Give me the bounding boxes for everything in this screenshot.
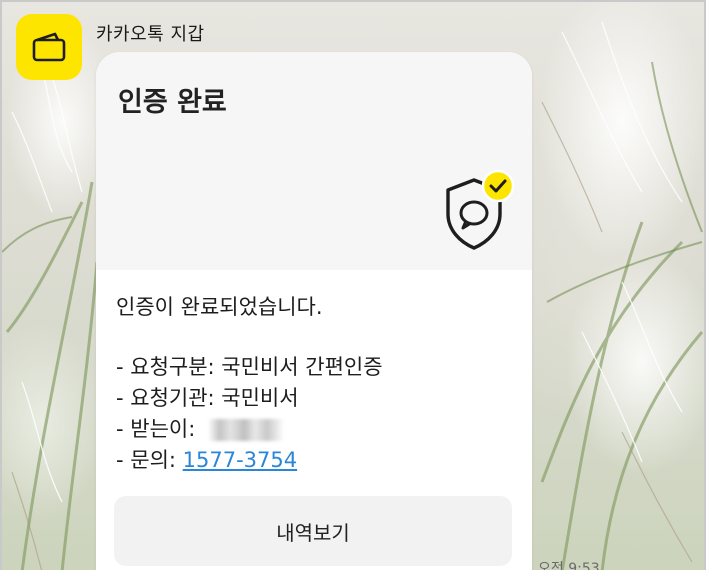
detail-contact: - 문의: 1577-3754 xyxy=(116,445,512,476)
status-message: 인증이 완료되었습니다. xyxy=(116,295,323,319)
detail-label: - 문의: xyxy=(116,448,183,472)
card-header: 인증 완료 xyxy=(96,52,532,270)
detail-request-type: - 요청구분: 국민비서 간편인증 xyxy=(116,352,512,383)
detail-label: - 요청구분: xyxy=(116,355,222,379)
notification-screen: 카카오톡 지갑 인증 완료 인증이 완료되었습니다. - 요청구분: 국민비서 … xyxy=(0,0,706,570)
detail-requester: - 요청기관: 국민비서 xyxy=(116,383,512,414)
card-body: 인증이 완료되었습니다. - 요청구분: 국민비서 간편인증 - 요청기관: 국… xyxy=(96,270,532,476)
detail-value: 국민비서 xyxy=(221,386,299,410)
timestamp: 오전 9:53 xyxy=(538,561,600,570)
detail-label: - 받는이: xyxy=(116,417,202,441)
detail-value: 국민비서 간편인증 xyxy=(221,355,383,379)
detail-label: - 요청기관: xyxy=(116,386,222,410)
app-icon[interactable] xyxy=(16,14,82,80)
shield-chat-check-icon xyxy=(446,169,515,250)
wallet-icon xyxy=(32,32,66,62)
redacted-name xyxy=(207,419,284,441)
app-name: 카카오톡 지갑 xyxy=(96,24,205,45)
notification-card[interactable]: 인증 완료 인증이 완료되었습니다. - 요청구분: 국민비서 간편인증 - 요… xyxy=(96,52,532,570)
card-title: 인증 완료 xyxy=(118,87,227,118)
detail-list: - 요청구분: 국민비서 간편인증 - 요청기관: 국민비서 - 받는이: - … xyxy=(116,352,512,476)
contact-phone-link[interactable]: 1577-3754 xyxy=(183,448,297,472)
detail-recipient: - 받는이: xyxy=(116,414,512,445)
view-history-button[interactable]: 내역보기 xyxy=(114,496,512,566)
